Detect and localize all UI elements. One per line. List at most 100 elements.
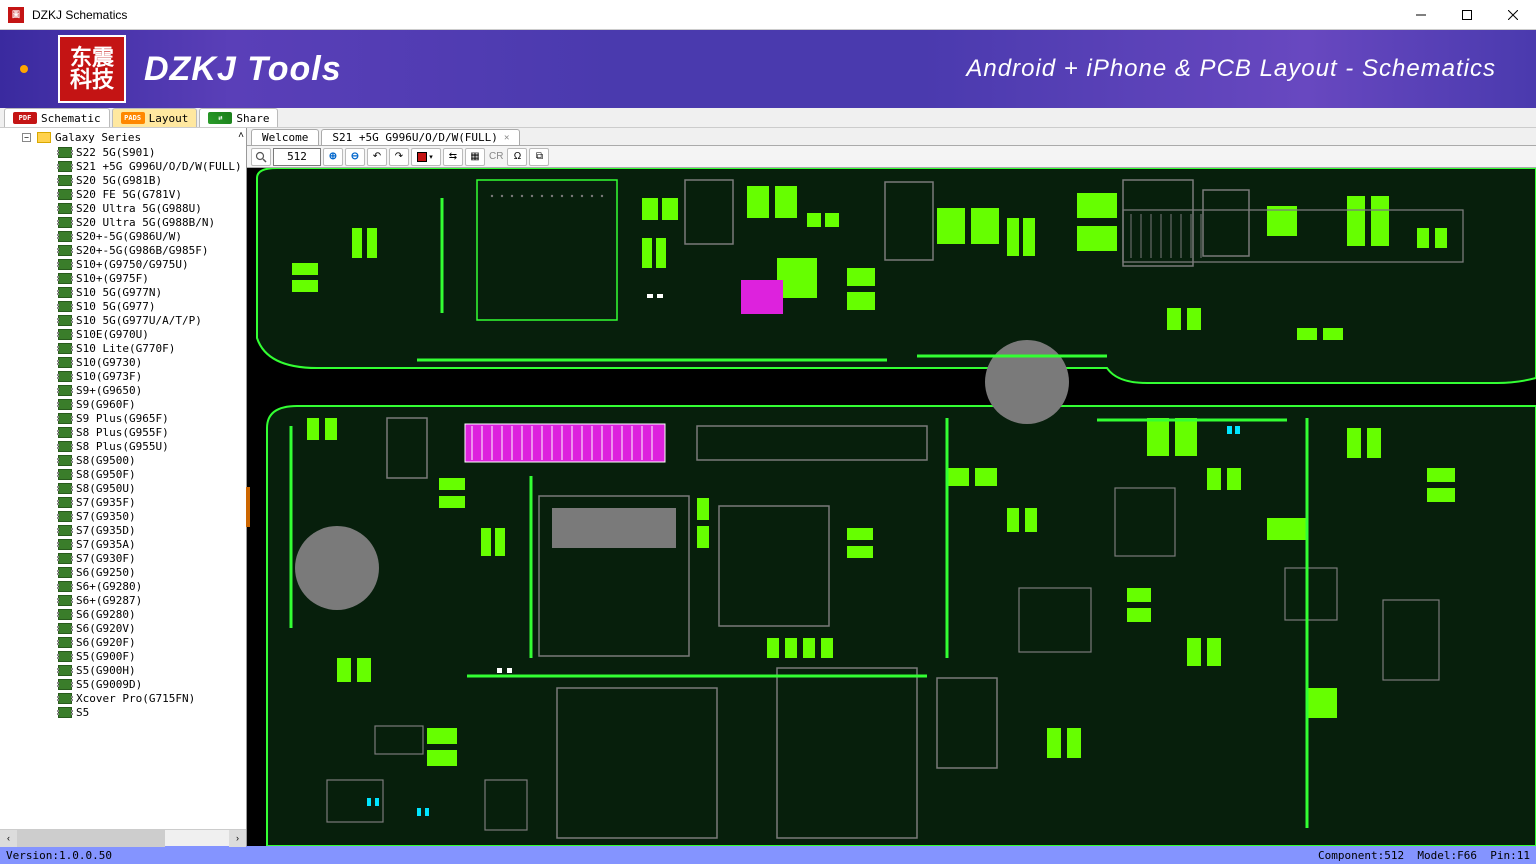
tree-item[interactable]: S6(G920F) [0,635,246,649]
tree-item[interactable]: S7(G935F) [0,495,246,509]
tree-item[interactable]: S10+(G975F) [0,271,246,285]
tree-item[interactable]: S21 +5G G996U/O/D/W(FULL) [0,159,246,173]
chip-icon [58,497,72,508]
tree-item[interactable]: S20 Ultra 5G(G988U) [0,201,246,215]
tree-item[interactable]: S8(G9500) [0,453,246,467]
close-button[interactable] [1490,0,1536,30]
tree-item[interactable]: S7(G9350) [0,509,246,523]
banner: 东震 科技 DZKJ Tools Android + iPhone & PCB … [0,30,1536,108]
tree-item[interactable]: S20+-5G(G986U/W) [0,229,246,243]
tree-item[interactable]: Xcover Pro(G715FN) [0,691,246,705]
rotate-left-button[interactable]: ↶ [367,148,387,166]
tree-item[interactable]: S8 Plus(G955U) [0,439,246,453]
tree-item-label: S5 [76,706,89,719]
tree-item[interactable]: S5(G9009D) [0,677,246,691]
scroll-up-icon[interactable]: ˄ [238,130,244,141]
tree-item-label: S7(G930F) [76,552,136,565]
version-label: Version: [6,849,59,862]
chip-icon [58,455,72,466]
pcb-canvas[interactable] [247,168,1536,846]
banner-dot-icon [20,65,28,73]
tree-item[interactable]: S10+(G9750/G975U) [0,257,246,271]
tab-layout[interactable]: PADS Layout [112,108,198,127]
hscroll-thumb[interactable] [17,830,165,847]
tree-item-label: S8(G950U) [76,482,136,495]
doc-tab-welcome-label: Welcome [262,131,308,144]
tree-item[interactable]: S7(G935A) [0,537,246,551]
tree-item[interactable]: S22 5G(S901) [0,145,246,159]
tab-layout-label: Layout [149,112,189,125]
chip-icon [58,637,72,648]
tree-item[interactable]: S5 [0,705,246,719]
chip-icon [58,567,72,578]
doc-tab-welcome[interactable]: Welcome [251,129,319,145]
tree-item-label: S10(G973F) [76,370,142,383]
tree-item[interactable]: S9+(G9650) [0,383,246,397]
device-tree[interactable]: − Galaxy Series S22 5G(S901)S21 +5G G996… [0,128,246,829]
search-button[interactable] [251,148,271,166]
minimize-button[interactable] [1398,0,1444,30]
tree-item[interactable]: S6(G9250) [0,565,246,579]
net-toggle-button[interactable]: ⧉ [529,148,549,166]
tree-item[interactable]: S6(G9280) [0,607,246,621]
zoom-out-button[interactable]: ⊖ [345,148,365,166]
rotate-right-icon: ↷ [395,151,403,162]
tree-item[interactable]: S5(G900H) [0,663,246,677]
tree-item[interactable]: S9(G960F) [0,397,246,411]
tree-item[interactable]: S9 Plus(G965F) [0,411,246,425]
zoom-in-button[interactable]: ⊕ [323,148,343,166]
tree-item[interactable]: S5(G900F) [0,649,246,663]
logo-text-bottom: 科技 [70,69,114,91]
tree-item[interactable]: S10 5G(G977N) [0,285,246,299]
tree-item[interactable]: S8 Plus(G955F) [0,425,246,439]
tab-share[interactable]: ⇄ Share [199,108,278,127]
tree-item-label: S8(G950F) [76,468,136,481]
cr-label: CR [487,151,505,162]
tree-item[interactable]: S7(G930F) [0,551,246,565]
doc-tab-active-label: S21 +5G G996U/O/D/W(FULL) [332,131,498,144]
tree-item-label: S9(G960F) [76,398,136,411]
tree-item[interactable]: S20 5G(G981B) [0,173,246,187]
scroll-right-icon[interactable]: › [229,830,246,847]
layer-color-button[interactable]: ▾ [411,148,441,166]
tree-item[interactable]: S10 Lite(G770F) [0,341,246,355]
tree-item-label: S10(G9730) [76,356,142,369]
tree-item[interactable]: S20 FE 5G(G781V) [0,187,246,201]
search-icon [255,151,267,163]
tree-item[interactable]: S10 5G(G977) [0,299,246,313]
tree-item-label: S6+(G9287) [76,594,142,607]
pin-label: Pin: [1490,849,1517,862]
tree-hscrollbar[interactable]: ‹ › [0,829,246,846]
maximize-button[interactable] [1444,0,1490,30]
flip-icon: ⇆ [449,151,457,162]
tree-item[interactable]: S20 Ultra 5G(G988B/N) [0,215,246,229]
flip-button[interactable]: ⇆ [443,148,463,166]
close-tab-icon[interactable]: ✕ [504,133,509,143]
tree-item[interactable]: S8(G950F) [0,467,246,481]
grid-toggle-button[interactable]: ▦ [465,148,485,166]
tree-item[interactable]: S8(G950U) [0,481,246,495]
tree-item[interactable]: S10 5G(G977U/A/T/P) [0,313,246,327]
tree-item[interactable]: S10E(G970U) [0,327,246,341]
collapse-icon[interactable]: − [22,133,31,142]
ohm-button[interactable]: Ω [507,148,527,166]
doc-tab-active[interactable]: S21 +5G G996U/O/D/W(FULL) ✕ [321,129,520,145]
sidebar-splitter[interactable] [246,487,250,527]
tree-item-label: S10 5G(G977) [76,300,155,313]
scroll-left-icon[interactable]: ‹ [0,830,17,847]
rotate-right-button[interactable]: ↷ [389,148,409,166]
tab-schematic[interactable]: PDF Schematic [4,108,110,127]
zoom-input[interactable] [273,148,321,166]
model-value: F66 [1457,849,1477,862]
tree-root-galaxy-series[interactable]: − Galaxy Series [0,130,246,145]
chip-icon [58,441,72,452]
tree-item[interactable]: S6(G920V) [0,621,246,635]
tree-item[interactable]: S7(G935D) [0,523,246,537]
tree-item[interactable]: S10(G973F) [0,369,246,383]
tree-item-label: S20 Ultra 5G(G988B/N) [76,216,215,229]
tree-item[interactable]: S20+-5G(G986B/G985F) [0,243,246,257]
tree-item[interactable]: S6+(G9287) [0,593,246,607]
tree-item-label: S10 5G(G977U/A/T/P) [76,314,202,327]
tree-item[interactable]: S6+(G9280) [0,579,246,593]
tree-item[interactable]: S10(G9730) [0,355,246,369]
